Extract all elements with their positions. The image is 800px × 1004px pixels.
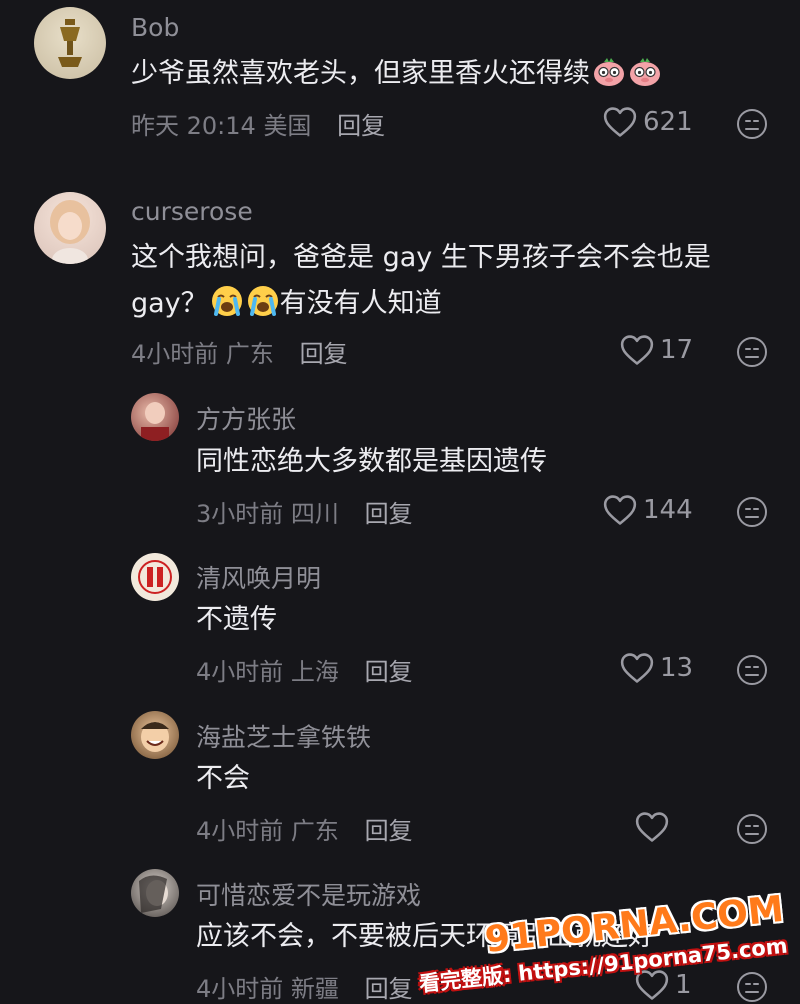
neutral-face-icon[interactable] [736, 336, 768, 368]
heart-outline-icon [620, 652, 654, 684]
like-button[interactable] [635, 811, 675, 843]
username[interactable]: 清风唤月明 [196, 559, 321, 595]
reply-button[interactable]: 回复 [365, 817, 413, 845]
neutral-face-icon[interactable] [736, 813, 768, 845]
neutral-face-icon[interactable] [736, 654, 768, 686]
reply-button[interactable]: 回复 [365, 658, 413, 686]
like-button[interactable]: 17 [620, 334, 693, 366]
timestamp: 3小时前 [196, 500, 284, 528]
avatar[interactable] [131, 393, 179, 441]
neutral-face-icon[interactable] [736, 496, 768, 528]
username[interactable]: 方方张张 [196, 400, 296, 436]
crying-face-emoji [246, 284, 280, 318]
like-count: 144 [643, 495, 693, 525]
comment-text-part: gay？ [131, 288, 208, 319]
comment-text: 同性恋绝大多数都是基因遗传 [196, 446, 547, 477]
comment-meta: 4小时前 广东 回复 [196, 811, 413, 846]
comment-text: 不遗传 [196, 604, 277, 635]
reply-button[interactable]: 回复 [365, 500, 413, 528]
comment-meta: 4小时前 上海 回复 [196, 652, 413, 687]
like-count: 13 [660, 653, 694, 683]
avatar[interactable] [131, 869, 179, 917]
like-count: 17 [660, 335, 694, 365]
location: 上海 [290, 658, 339, 686]
comment-text-line2: gay？ 有没有人知道 [131, 282, 442, 326]
heart-outline-icon [620, 334, 654, 366]
neutral-face-icon[interactable] [736, 971, 768, 1003]
timestamp: 4小时前 [196, 658, 284, 686]
comment-text-part: 有没有人知道 [279, 288, 442, 319]
location: 四川 [290, 500, 339, 528]
like-button[interactable]: 144 [603, 494, 693, 526]
crying-face-emoji [210, 284, 244, 318]
location: 广东 [225, 340, 274, 368]
comment: curserose 这个我想问，爸爸是 gay 生下男孩子会不会也是 gay？ 有… [0, 0, 800, 1003]
location: 广东 [290, 817, 339, 845]
avatar[interactable] [131, 553, 179, 601]
username[interactable]: 海盐芝士拿铁铁 [196, 718, 371, 754]
like-count: 1 [675, 970, 692, 1000]
avatar[interactable] [34, 192, 106, 264]
comment-text: 不会 [196, 763, 250, 794]
comment-meta: 4小时前 广东 回复 [131, 334, 348, 369]
avatar[interactable] [131, 711, 179, 759]
comment-meta: 3小时前 四川 回复 [196, 494, 413, 529]
heart-outline-icon [635, 811, 669, 843]
comment-text: 这个我想问，爸爸是 gay 生下男孩子会不会也是 [131, 242, 711, 273]
heart-outline-icon [603, 494, 637, 526]
reply-button[interactable]: 回复 [300, 340, 348, 368]
timestamp: 4小时前 [131, 340, 219, 368]
timestamp: 4小时前 [196, 817, 284, 845]
like-button[interactable]: 13 [620, 652, 693, 684]
username[interactable]: 可惜恋爱不是玩游戏 [196, 876, 421, 912]
username[interactable]: curserose [131, 197, 253, 226]
